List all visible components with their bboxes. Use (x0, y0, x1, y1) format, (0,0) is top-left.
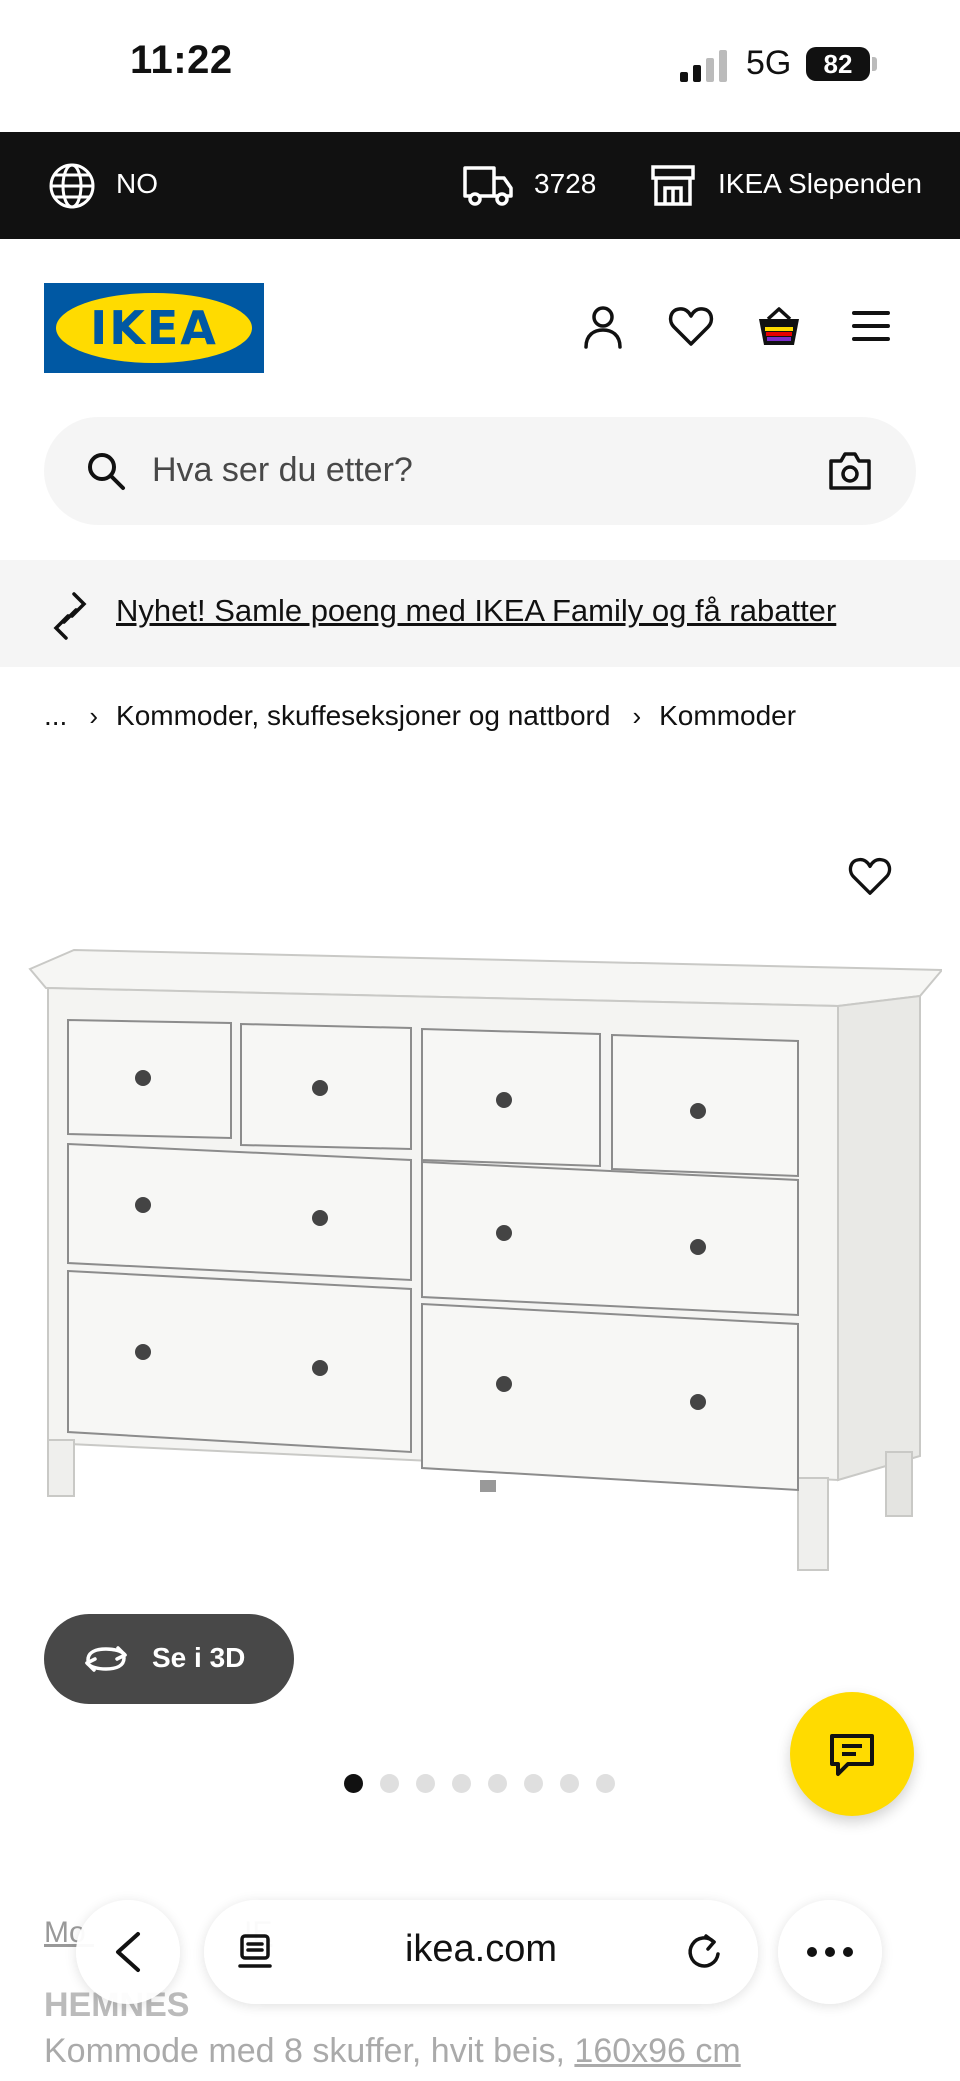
product-description-text: Kommode med 8 skuffer, hvit beis, (44, 2032, 575, 2070)
camera-search-icon[interactable] (828, 449, 872, 493)
image-carousel-dots (344, 1774, 615, 1793)
heart-icon[interactable] (668, 303, 714, 349)
view-in-3d-label: Se i 3D (152, 1642, 246, 1673)
more-dots-icon (807, 1947, 853, 1957)
carousel-dot[interactable] (344, 1774, 363, 1793)
logo-text: IKEA (90, 301, 218, 355)
carousel-dot[interactable] (380, 1774, 399, 1793)
reload-icon[interactable] (684, 1932, 724, 1972)
breadcrumb: ... › Kommoder, skuffeseksjoner og nattb… (44, 696, 796, 736)
search-icon (88, 453, 125, 490)
chevron-right-icon: › (632, 700, 642, 731)
carousel-dot[interactable] (488, 1774, 507, 1793)
status-bar: 11:22 5G 82 (0, 0, 960, 132)
carousel-dot[interactable] (416, 1774, 435, 1793)
promo-banner[interactable]: Nyhet! Samle poeng med IKEA Family og få… (0, 560, 960, 667)
breadcrumb-item-current[interactable]: Kommoder (659, 700, 796, 732)
postal-code[interactable]: 3728 (534, 168, 596, 200)
globe-icon[interactable] (48, 162, 96, 210)
battery-cap (872, 57, 877, 71)
status-time: 11:22 (130, 38, 233, 82)
battery-icon: 82 (806, 47, 870, 81)
language-selector[interactable]: NO (116, 168, 158, 200)
browser-back-button[interactable] (76, 1900, 180, 2004)
add-to-favorites-icon[interactable] (848, 854, 892, 898)
carousel-dot[interactable] (452, 1774, 471, 1793)
chevron-right-icon: › (89, 700, 99, 731)
search-bar[interactable]: Hva ser du etter? (44, 417, 916, 525)
chat-bubble-icon (830, 1734, 874, 1776)
link-chain-icon (53, 592, 87, 640)
rotate-3d-icon (85, 1646, 127, 1672)
shopping-bag-icon[interactable] (756, 303, 802, 349)
browser-more-button[interactable] (778, 1900, 882, 2004)
browser-url[interactable]: ikea.com (204, 1928, 758, 1971)
view-in-3d-button[interactable]: Se i 3D (44, 1614, 294, 1704)
menu-icon[interactable] (848, 303, 894, 349)
product-description: Kommode med 8 skuffer, hvit beis, 160x96… (44, 2032, 741, 2071)
search-input[interactable]: Hva ser du etter? (152, 451, 413, 490)
carousel-dot[interactable] (524, 1774, 543, 1793)
breadcrumb-item-category[interactable]: Kommoder, skuffeseksjoner og nattbord (116, 700, 610, 732)
signal-icon (680, 50, 727, 82)
carousel-dot[interactable] (560, 1774, 579, 1793)
delivery-truck-icon[interactable] (462, 162, 514, 208)
promo-link[interactable]: Nyhet! Samle poeng med IKEA Family og få… (116, 593, 836, 629)
store-icon[interactable] (650, 162, 696, 208)
chevron-left-icon (116, 1932, 140, 1972)
carousel-dot[interactable] (596, 1774, 615, 1793)
chat-button[interactable] (790, 1692, 914, 1816)
browser-address-bar[interactable]: ikea.com (204, 1900, 758, 2004)
network-type: 5G (746, 44, 792, 82)
ikea-logo[interactable]: IKEA (44, 283, 264, 373)
store-selector[interactable]: IKEA Slependen (718, 168, 922, 200)
product-size-link[interactable]: 160x96 cm (574, 2032, 740, 2070)
user-icon[interactable] (580, 303, 626, 349)
top-utility-bar: NO 3728 IKEA Slependen (0, 132, 960, 239)
product-image[interactable] (18, 940, 942, 1600)
breadcrumb-ellipsis[interactable]: ... (44, 700, 67, 732)
